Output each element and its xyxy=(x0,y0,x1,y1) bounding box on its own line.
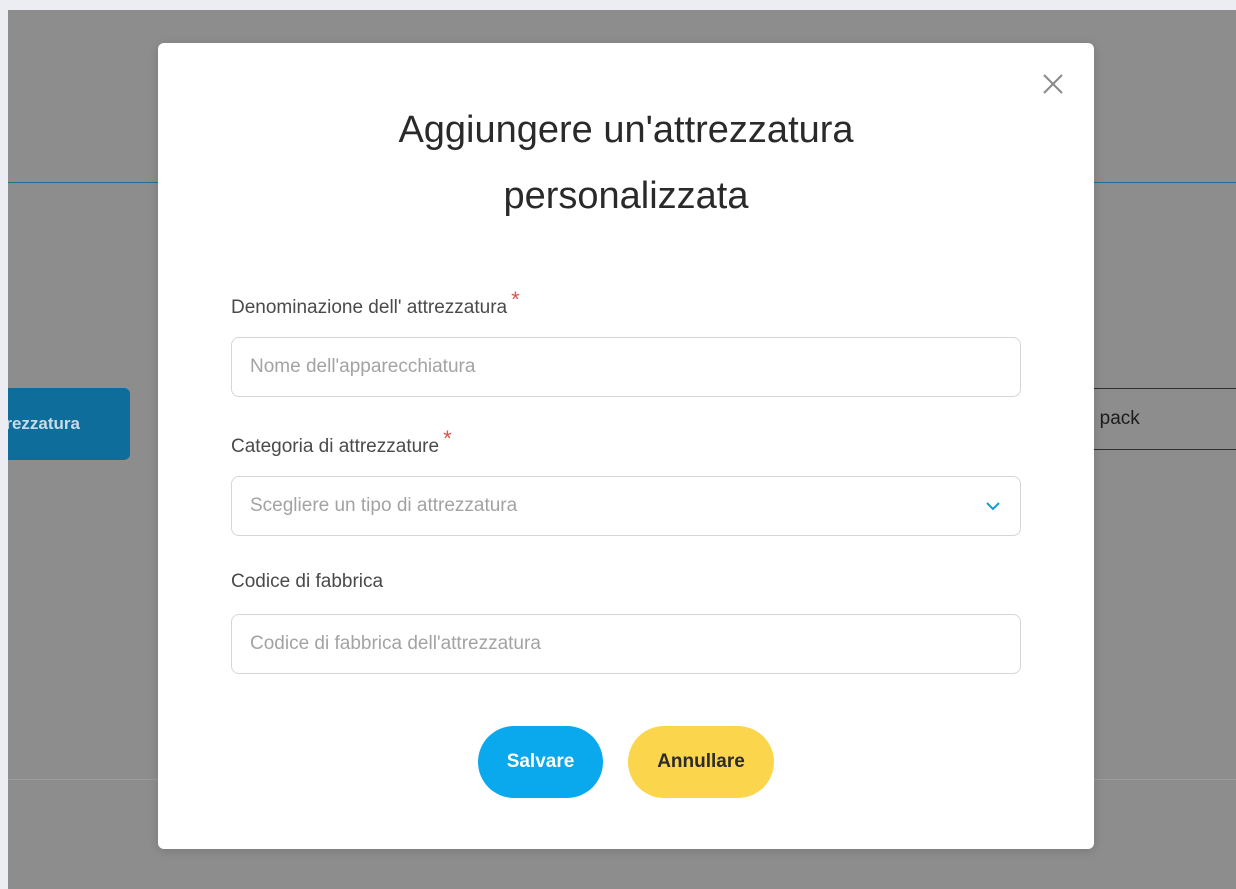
close-icon xyxy=(1043,74,1063,94)
factory-code-field xyxy=(231,614,1021,674)
add-equipment-button-label: ttrezzatura xyxy=(8,414,80,433)
add-custom-equipment-modal: Aggiungere un'attrezzatura personalizzat… xyxy=(158,43,1094,849)
equipment-category-select[interactable]: Scegliere un tipo di attrezzatura xyxy=(231,476,1021,536)
cancel-button[interactable]: Annullare xyxy=(628,726,774,798)
equipment-category-label-text: Categoria di attrezzature xyxy=(231,436,440,457)
modal-title-line-1: Aggiungere un'attrezzatura xyxy=(398,109,854,151)
required-mark: * xyxy=(443,426,452,451)
equipment-category-placeholder: Scegliere un tipo di attrezzatura xyxy=(250,495,518,516)
factory-code-label-text: Codice di fabbrica xyxy=(231,571,384,592)
close-button[interactable] xyxy=(1040,71,1066,97)
factory-code-input[interactable] xyxy=(232,615,1020,673)
equipment-name-label: Denominazione dell' attrezzatura * xyxy=(231,287,520,319)
equipment-name-field xyxy=(231,337,1021,397)
modal-title-line-2: personalizzata xyxy=(503,175,749,217)
required-mark: * xyxy=(511,287,520,312)
equipment-name-input[interactable] xyxy=(232,338,1020,396)
add-equipment-button[interactable]: ttrezzatura xyxy=(8,388,130,460)
chevron-down-icon xyxy=(986,502,1000,511)
equipment-category-label: Categoria di attrezzature * xyxy=(231,426,452,458)
save-button[interactable]: Salvare xyxy=(478,726,603,798)
equipment-name-label-text: Denominazione dell' attrezzatura xyxy=(231,297,508,318)
modal-title: Aggiungere un'attrezzatura personalizzat… xyxy=(158,97,1094,229)
factory-code-label: Codice di fabbrica xyxy=(231,571,383,593)
